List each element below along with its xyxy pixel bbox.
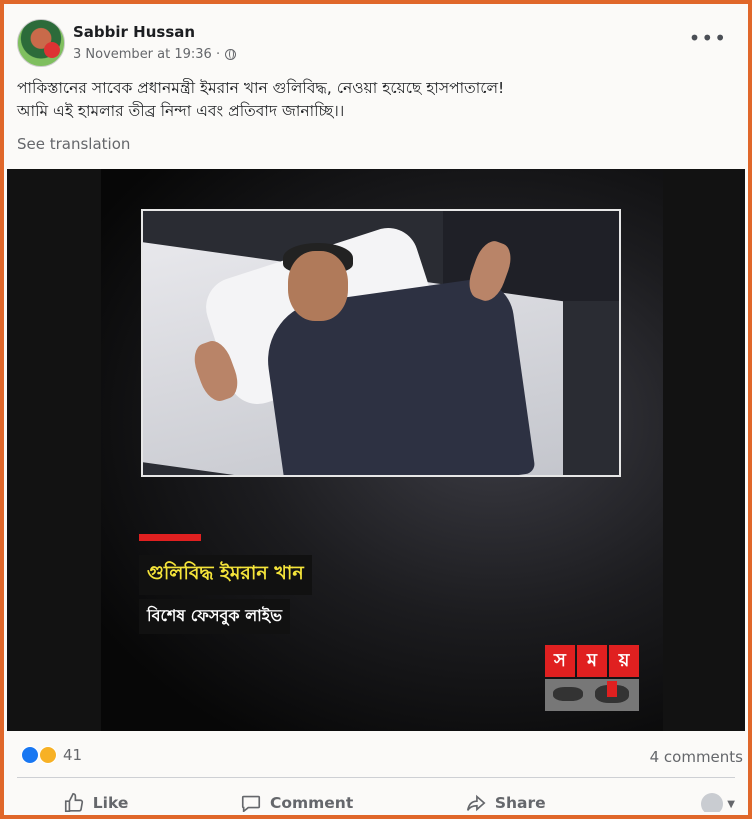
- comment-button[interactable]: Comment: [240, 792, 353, 812]
- caption-subtitle: বিশেষ ফেসবুক লাইভ: [139, 599, 291, 634]
- like-reaction-icon: [21, 746, 39, 764]
- more-options-icon[interactable]: •••: [689, 28, 727, 48]
- comment-icon: [241, 795, 261, 812]
- post-header: Sabbir Hussan 3 November at 19:36 · •••: [17, 19, 735, 71]
- divider: [17, 777, 735, 778]
- screenshot-frame: Sabbir Hussan 3 November at 19:36 · ••• …: [0, 0, 752, 819]
- profile-avatar-icon: [701, 793, 724, 812]
- logo-letter: য়: [609, 645, 639, 677]
- post-text-line: আমি এই হামলার তীব্র নিন্দা এবং প্রতিবাদ …: [17, 102, 345, 120]
- globe-icon: [225, 49, 237, 60]
- post-timestamp[interactable]: 3 November at 19:36 ·: [73, 47, 220, 62]
- author-name[interactable]: Sabbir Hussan: [73, 23, 195, 41]
- like-label: Like: [92, 794, 129, 812]
- post-text-line: পাকিস্তানের সাবেক প্রধানমন্ত্রী ইমরান খা…: [17, 79, 505, 97]
- logo-letter: স: [545, 645, 575, 677]
- like-button[interactable]: Like: [63, 792, 129, 812]
- reaction-count[interactable]: 41: [63, 746, 82, 764]
- logo-letter: ম: [577, 645, 607, 677]
- reaction-summary[interactable]: 41: [21, 746, 82, 764]
- somoy-tv-logo: স ম য়: [545, 645, 641, 713]
- comment-label: Comment: [269, 794, 354, 812]
- sad-reaction-icon: [39, 746, 57, 764]
- share-button[interactable]: Share: [465, 792, 546, 812]
- comments-count[interactable]: 4 comments: [650, 748, 743, 766]
- account-selector[interactable]: ▼: [701, 793, 735, 812]
- post-text: পাকিস্তানের সাবেক প্রধানমন্ত্রী ইমরান খা…: [17, 77, 735, 123]
- see-translation-link[interactable]: See translation: [17, 135, 130, 153]
- chevron-down-icon: ▼: [727, 798, 735, 810]
- thumbs-up-icon: [64, 793, 83, 812]
- post-meta: 3 November at 19:36 ·: [73, 47, 237, 62]
- caption-headline: গুলিবিদ্ধ ইমরান খান: [139, 555, 312, 595]
- author-avatar[interactable]: [17, 19, 65, 67]
- world-map-icon: [545, 679, 639, 711]
- news-photo: [141, 209, 621, 477]
- video-player[interactable]: গুলিবিদ্ধ ইমরান খান বিশেষ ফেসবুক লাইভ স …: [7, 169, 745, 731]
- share-label: Share: [494, 794, 546, 812]
- caption-accent-bar: [139, 534, 201, 541]
- action-bar: Like Comment Share: [7, 785, 745, 812]
- facebook-post: Sabbir Hussan 3 November at 19:36 · ••• …: [7, 7, 745, 812]
- video-frame[interactable]: গুলিবিদ্ধ ইমরান খান বিশেষ ফেসবুক লাইভ স …: [101, 169, 663, 731]
- share-icon: [466, 794, 486, 812]
